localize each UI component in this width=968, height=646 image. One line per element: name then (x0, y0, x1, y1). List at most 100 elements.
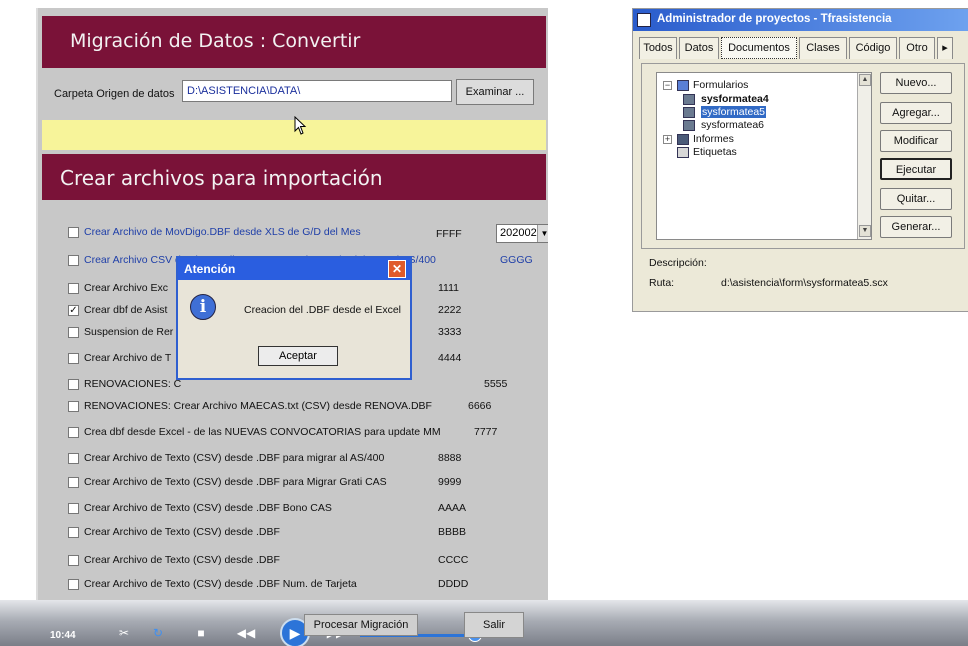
option-code: 7777 (474, 426, 498, 438)
option-checkbox[interactable] (68, 477, 79, 488)
aceptar-button[interactable]: Aceptar (258, 346, 338, 366)
option-label: Crear dbf de Asist (84, 304, 168, 316)
period-combo[interactable]: 202002 ▼ (496, 224, 548, 243)
option-code: BBBB (438, 526, 467, 538)
option-checkbox[interactable] (68, 555, 79, 566)
previous-icon[interactable]: ◀◀ (236, 624, 256, 642)
option-code: CCCC (438, 554, 469, 566)
tree-label: sysformatea6 (701, 119, 765, 131)
form-title-banner: Migración de Datos : Convertir (42, 16, 546, 68)
alert-dialog: Atención ✕ i Creacion del .DBF desde el … (176, 256, 412, 380)
option-checkbox[interactable] (68, 327, 79, 338)
option-label: Crear Archivo de T (84, 352, 172, 364)
project-manager-window: Administrador de proyectos - Tfrasistenc… (632, 8, 968, 312)
section-title: Crear archivos para importación (60, 166, 383, 190)
tab-documentos[interactable]: Documentos (721, 37, 797, 59)
option-code: 6666 (468, 400, 492, 412)
option-code: 8888 (438, 452, 462, 464)
salir-button[interactable]: Salir (464, 612, 524, 638)
generar-button[interactable]: Generar... (880, 216, 952, 238)
document-tree[interactable]: − Formularios sysformatea4 sysformatea5 … (656, 72, 872, 240)
option-checkbox[interactable] (68, 379, 79, 390)
option-label: Suspension de Rer (84, 326, 174, 338)
mouse-cursor-icon (294, 116, 307, 135)
tab-codigo[interactable]: Código (849, 37, 897, 59)
form-icon (683, 120, 695, 131)
close-icon[interactable]: ✕ (388, 260, 406, 278)
option-label: Crea dbf desde Excel - de las NUEVAS CON… (84, 426, 441, 438)
report-icon (677, 134, 689, 145)
path-value: d:\asistencia\form\sysformatea5.scx (721, 277, 888, 289)
examinar-button[interactable]: Examinar ... (456, 79, 534, 105)
description-label: Descripción: (649, 257, 707, 269)
option-label: Crear Archivo de Texto (CSV) desde .DBF … (84, 476, 387, 488)
form-icon (683, 94, 695, 105)
option-code: DDDD (438, 578, 469, 590)
repeat-icon[interactable]: ↻ (150, 624, 166, 642)
option-code: FFFF (436, 228, 462, 240)
nuevo-button[interactable]: Nuevo... (880, 72, 952, 94)
option-checkbox[interactable] (68, 579, 79, 590)
tab-datos[interactable]: Datos (679, 37, 719, 59)
option-checkbox[interactable] (68, 401, 79, 412)
option-code: AAAA (438, 502, 467, 514)
option-checkbox[interactable] (68, 227, 79, 238)
tree-scrollbar[interactable]: ▲ ▼ (857, 73, 871, 239)
tree-label: Formularios (693, 79, 749, 91)
dialog-titlebar: Atención ✕ (178, 258, 410, 280)
option-code: 9999 (438, 476, 462, 488)
ejecutar-button[interactable]: Ejecutar (880, 158, 952, 180)
option-label: RENOVACIONES: Crear Archivo MAECAS.txt (… (84, 400, 432, 412)
form-title: Migración de Datos : Convertir (70, 30, 361, 52)
option-checkbox[interactable] (68, 353, 79, 364)
tree-label: Informes (693, 133, 734, 145)
agregar-button[interactable]: Agregar... (880, 102, 952, 124)
project-title: Administrador de proyectos - Tfrasistenc… (657, 13, 892, 25)
tab-clases[interactable]: Clases (799, 37, 847, 59)
option-label: Crear Archivo de Texto (CSV) desde .DBF … (84, 578, 357, 590)
origin-folder-input[interactable]: D:\ASISTENCIA\DATA\ (182, 80, 452, 102)
origin-folder-label: Carpeta Origen de datos (54, 88, 175, 100)
option-checkbox[interactable] (68, 255, 79, 266)
option-checkbox[interactable] (68, 283, 79, 294)
option-label: Crear Archivo de Texto (CSV) desde .DBF … (84, 502, 332, 514)
app-icon (637, 13, 651, 27)
tab-todos[interactable]: Todos (639, 37, 677, 59)
option-checkbox[interactable]: ✓ (68, 305, 79, 316)
tree-label: Etiquetas (693, 146, 737, 158)
expand-icon[interactable]: + (663, 135, 672, 144)
scroll-up-icon[interactable]: ▲ (859, 74, 871, 86)
option-code: 2222 (438, 304, 462, 316)
modificar-button[interactable]: Modificar (880, 130, 952, 152)
option-label: Crear Archivo Exc (84, 282, 169, 294)
shuffle-icon[interactable]: ✂ (116, 624, 132, 642)
option-label: Crear Archivo de Texto (CSV) desde .DBF (84, 554, 280, 566)
option-code: 1111 (438, 282, 460, 294)
scroll-down-icon[interactable]: ▼ (859, 225, 871, 237)
procesar-migracion-button[interactable]: Procesar Migración (304, 614, 418, 636)
collapse-icon[interactable]: − (663, 81, 672, 90)
elapsed-time: 10:44 (50, 630, 76, 641)
documents-panel: − Formularios sysformatea4 sysformatea5 … (641, 63, 965, 249)
stop-icon[interactable]: ■ (194, 624, 208, 642)
option-code: 5555 (484, 378, 508, 390)
path-label: Ruta: (649, 277, 675, 289)
dialog-message: Creacion del .DBF desde el Excel (244, 304, 401, 316)
info-icon: i (190, 294, 216, 320)
option-code: GGGG (500, 254, 533, 266)
option-checkbox[interactable] (68, 503, 79, 514)
project-titlebar: Administrador de proyectos - Tfrasistenc… (633, 9, 968, 31)
screen: Migración de Datos : Convertir Carpeta O… (0, 0, 968, 646)
option-label: Crear Archivo de MovDigo.DBF desde XLS d… (84, 226, 361, 238)
period-combo-value: 202002 (500, 227, 537, 239)
form-folder-icon (677, 80, 689, 91)
option-checkbox[interactable] (68, 527, 79, 538)
option-code: 3333 (438, 326, 462, 338)
option-label: RENOVACIONES: C (84, 378, 182, 390)
tab-scroll-icon[interactable]: ▸ (937, 37, 953, 59)
chevron-down-icon[interactable]: ▼ (537, 225, 548, 242)
quitar-button[interactable]: Quitar... (880, 188, 952, 210)
tab-otro[interactable]: Otro (899, 37, 935, 59)
option-checkbox[interactable] (68, 427, 79, 438)
option-checkbox[interactable] (68, 453, 79, 464)
